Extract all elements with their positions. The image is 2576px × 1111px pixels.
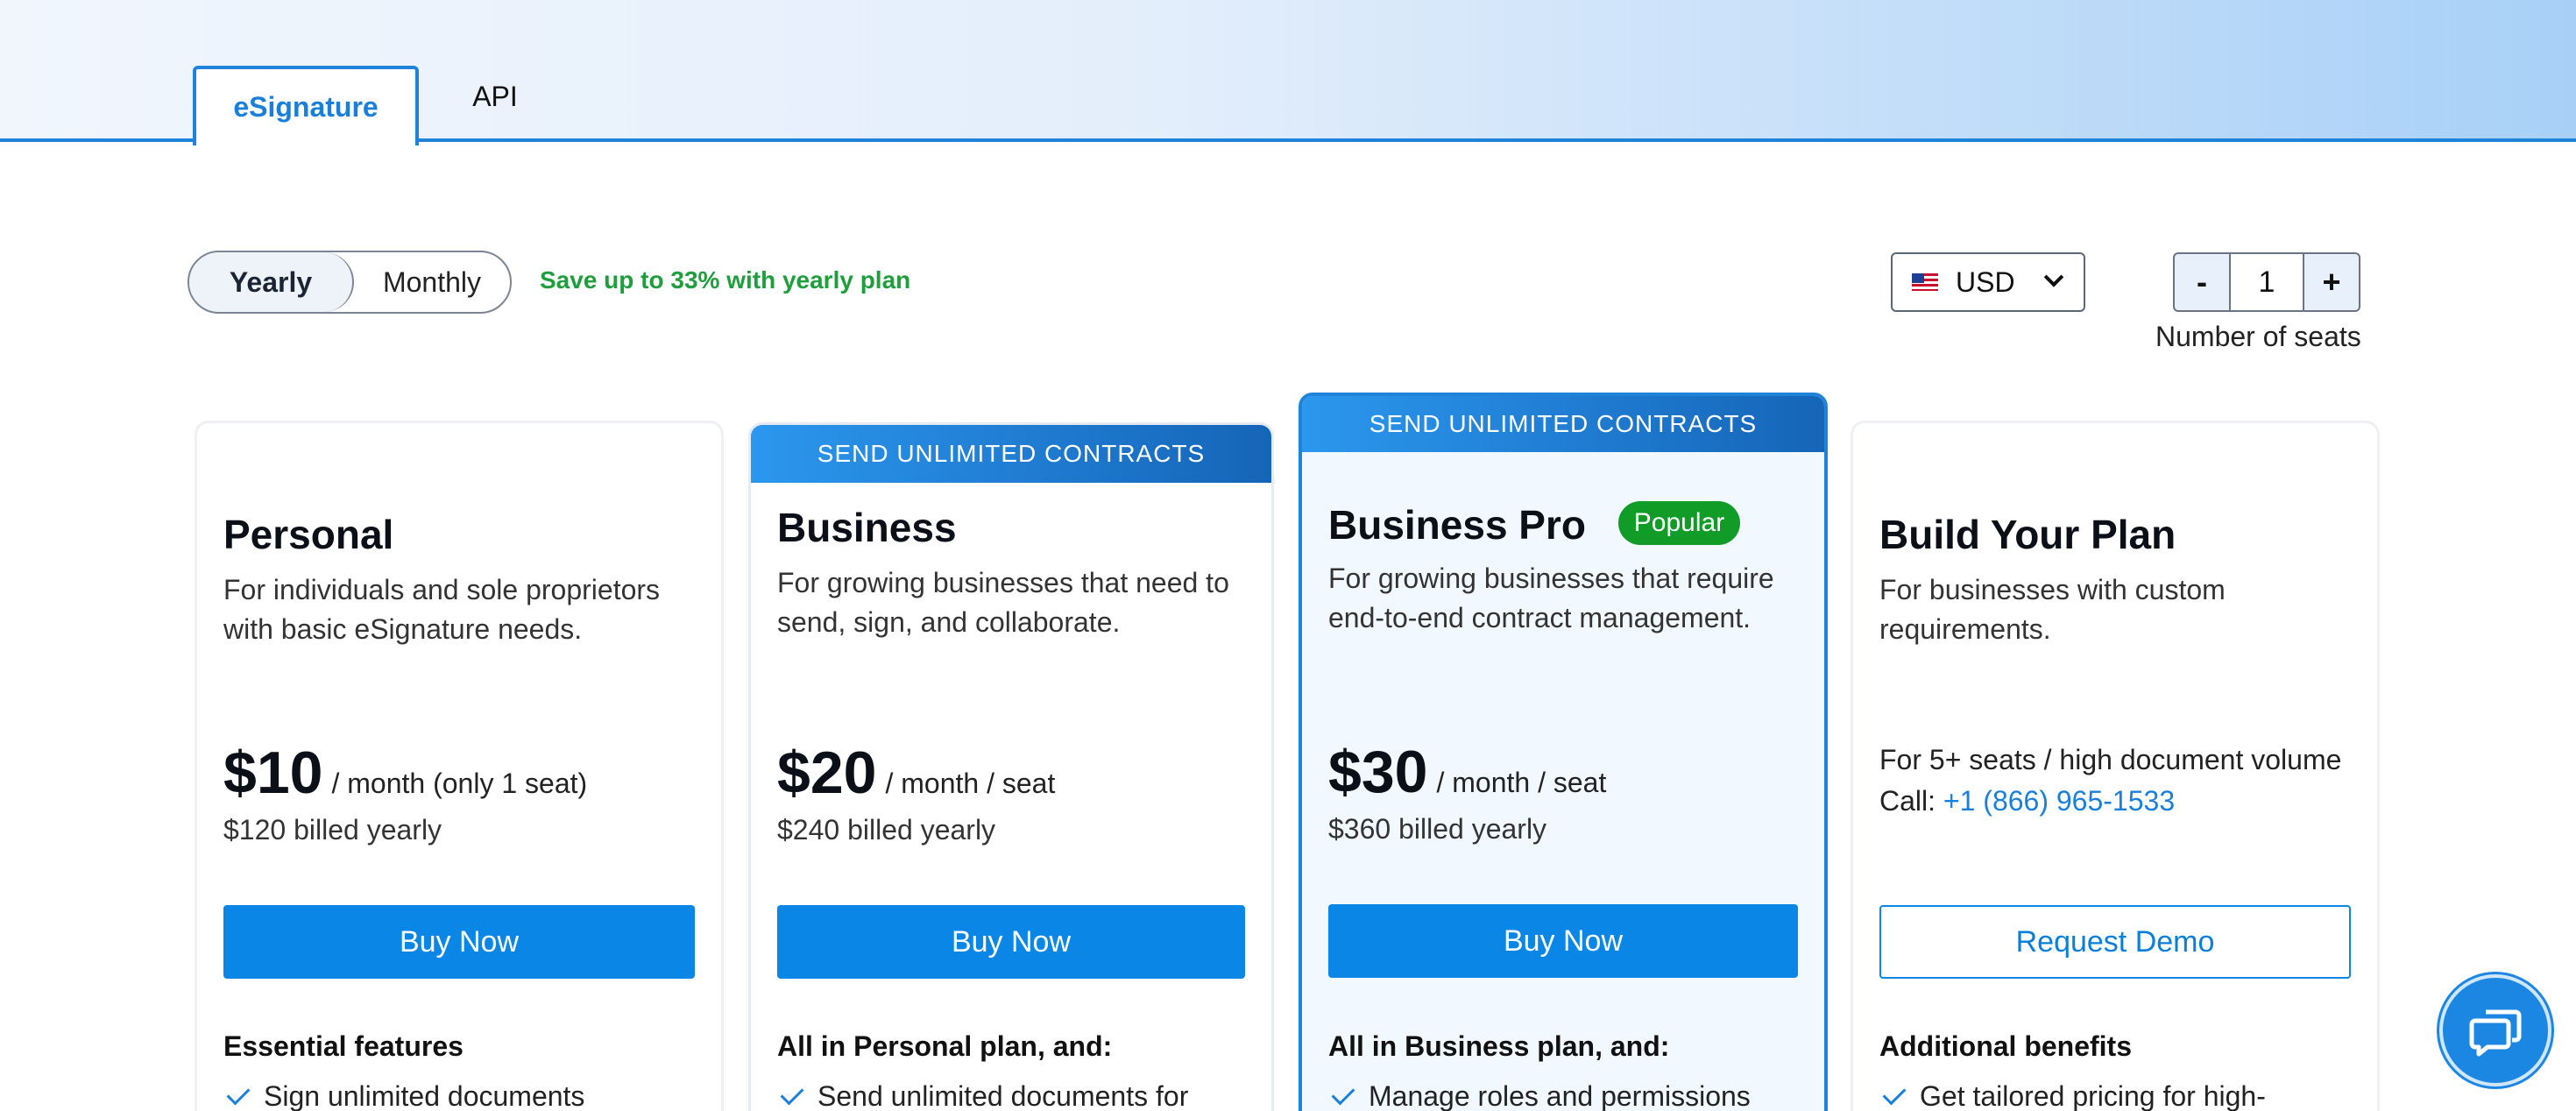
plan-banner: SEND UNLIMITED CONTRACTS (1302, 396, 1824, 452)
buy-now-button[interactable]: Buy Now (223, 905, 695, 979)
chevron-down-icon (2043, 267, 2064, 287)
tab-esignature[interactable]: eSignature (193, 66, 419, 145)
plan-banner: SEND UNLIMITED CONTRACTS (751, 425, 1271, 483)
buy-now-button[interactable]: Buy Now (777, 905, 1245, 979)
plan-title: Business Pro Popular (1328, 500, 1800, 550)
feature-text: Send unlimited documents for (817, 1080, 1189, 1111)
phone-link[interactable]: +1 (866) 965-1533 (1943, 785, 2175, 817)
feature-item: Manage roles and permissions (1328, 1080, 1800, 1111)
increase-seats-button[interactable]: + (2303, 252, 2360, 312)
plan-card-business: SEND UNLIMITED CONTRACTS Business For gr… (748, 422, 1274, 1111)
us-flag-icon (1912, 273, 1938, 291)
feature-item: Send unlimited documents for (777, 1080, 1247, 1111)
checkmark-icon (1882, 1081, 1907, 1105)
features-heading: Essential features (223, 1030, 464, 1062)
currency-code: USD (1956, 265, 2015, 298)
checkmark-icon (780, 1081, 804, 1105)
currency-select[interactable]: USD (1891, 252, 2085, 312)
feature-item: Get tailored pricing for high- (1879, 1080, 2353, 1111)
plan-title: Business (777, 505, 957, 550)
plan-price-unit: / month (only 1 seat) (331, 768, 588, 799)
plan-description: For businesses with custom requirements. (1879, 574, 2226, 645)
plan-card-personal: Personal For individuals and sole propri… (195, 421, 724, 1111)
checkmark-icon (1331, 1081, 1355, 1105)
plan-price: $20 (777, 739, 877, 806)
popular-badge: Popular (1617, 500, 1741, 545)
plan-price: $10 (223, 739, 323, 806)
features-heading: All in Business plan, and: (1328, 1030, 1670, 1062)
plan-billed-yearly: $120 billed yearly (223, 814, 442, 846)
plan-name: Business Pro (1328, 502, 1586, 548)
plan-card-business-pro: SEND UNLIMITED CONTRACTS Business Pro Po… (1299, 393, 1828, 1111)
features-heading: All in Personal plan, and: (777, 1030, 1113, 1062)
plan-title: Personal (223, 512, 394, 557)
feature-text: Manage roles and permissions (1369, 1080, 1751, 1111)
billing-period-toggle[interactable]: Yearly Monthly (188, 251, 512, 314)
tab-api[interactable]: API (447, 61, 543, 131)
plan-price-unit: / month / seat (885, 768, 1056, 799)
seats-value[interactable]: 1 (2231, 252, 2303, 312)
plan-billed-yearly: $240 billed yearly (777, 814, 996, 846)
checkmark-icon (226, 1081, 251, 1105)
plan-billed-yearly: $360 billed yearly (1328, 813, 1547, 845)
yearly-option[interactable]: Yearly (189, 252, 354, 312)
call-label: Call: (1879, 785, 1936, 817)
call-line: Call: +1 (866) 965-1533 (1879, 785, 2353, 817)
seats-label: Number of seats (2155, 321, 2361, 352)
decrease-seats-button[interactable]: - (2173, 252, 2231, 312)
plan-description: For growing businesses that need to send… (777, 567, 1229, 638)
plan-card-build-your-plan: Build Your Plan For businesses with cust… (1851, 421, 2380, 1111)
plan-price-unit: / month / seat (1436, 767, 1607, 798)
request-demo-button[interactable]: Request Demo (1879, 905, 2351, 979)
chat-button[interactable] (2439, 974, 2551, 1086)
plan-description: For individuals and sole proprietors wit… (223, 574, 661, 645)
plan-title: Build Your Plan (1879, 512, 2176, 557)
plan-price: $30 (1328, 739, 1428, 805)
features-heading: Additional benefits (1879, 1030, 2132, 1062)
monthly-option[interactable]: Monthly (354, 252, 510, 312)
seats-stepper: - 1 + (2173, 252, 2360, 312)
yearly-savings-note: Save up to 33% with yearly plan (540, 266, 911, 294)
feature-item: Sign unlimited documents (223, 1080, 697, 1111)
feature-text: Get tailored pricing for high- (1920, 1080, 2266, 1111)
plan-description: For growing businesses that require end-… (1328, 562, 1774, 633)
buy-now-button[interactable]: Buy Now (1328, 904, 1798, 978)
feature-text: Sign unlimited documents (264, 1080, 585, 1111)
chat-icon (2469, 1009, 2522, 1057)
plan-volume-note: For 5+ seats / high document volume (1879, 744, 2342, 775)
